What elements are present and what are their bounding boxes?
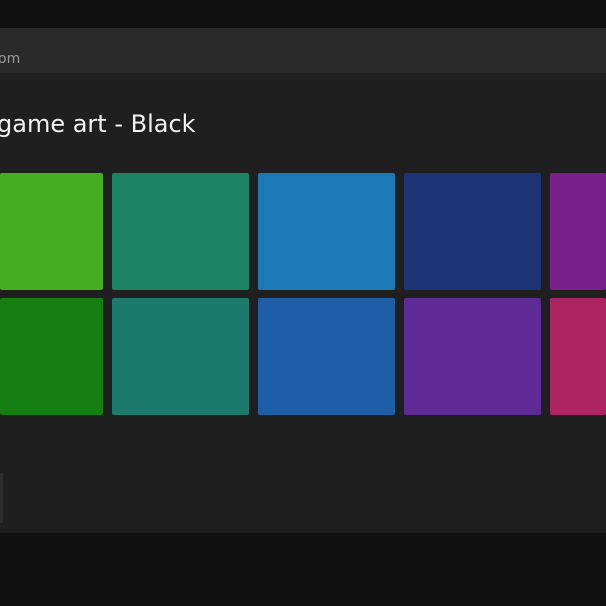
color-swatch-teal[interactable] <box>112 298 249 415</box>
color-swatch-sky-blue[interactable] <box>258 173 395 290</box>
color-swatch-navy[interactable] <box>404 173 541 290</box>
bottom-letterbox <box>0 533 606 606</box>
color-swatch-royal-blue[interactable] <box>258 298 395 415</box>
side-sliver <box>0 473 3 523</box>
page-title: game art - Black <box>0 110 196 138</box>
color-swatch-bright-green[interactable] <box>0 173 103 290</box>
header-text: om <box>0 51 21 67</box>
header-bar: om <box>0 28 606 73</box>
color-swatch-purple[interactable] <box>550 173 606 290</box>
color-swatch-magenta[interactable] <box>550 298 606 415</box>
app-window: om game art - Black <box>0 28 606 533</box>
color-swatch-dark-green[interactable] <box>0 298 103 415</box>
color-swatch-sea-green[interactable] <box>112 173 249 290</box>
color-swatch-violet[interactable] <box>404 298 541 415</box>
screen: om game art - Black <box>0 0 606 606</box>
top-letterbox <box>0 0 606 28</box>
